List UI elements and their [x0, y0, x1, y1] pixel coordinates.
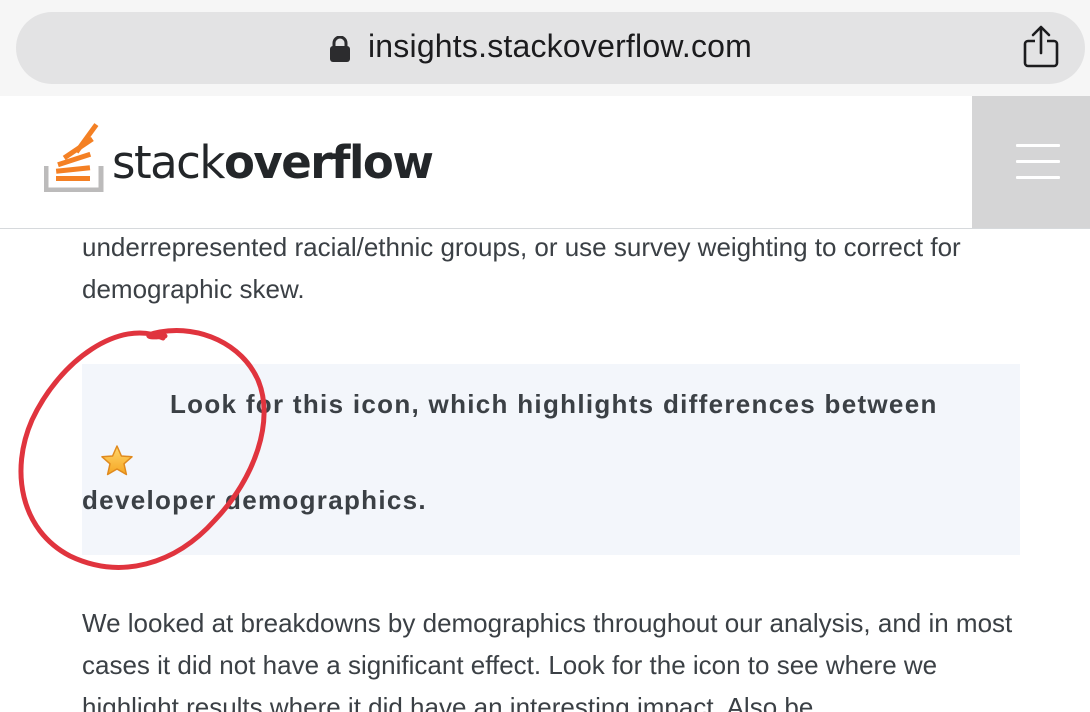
stackoverflow-logo-icon	[44, 123, 104, 192]
site-header: stackoverflow	[0, 96, 1090, 229]
url-text[interactable]: insights.stackoverflow.com	[368, 28, 752, 65]
browser-toolbar: insights.stackoverflow.com	[0, 0, 1090, 96]
article-paragraph: We looked at breakdowns by demographics …	[82, 608, 1013, 712]
logo-text-bold: overflow	[223, 135, 434, 189]
star-icon	[101, 445, 133, 476]
logo-text-regular: stack	[112, 135, 225, 189]
share-icon[interactable]	[1022, 25, 1060, 69]
hamburger-menu-icon	[1016, 144, 1060, 180]
callout-text-line-2: developer demographics.	[82, 485, 427, 515]
stackoverflow-logo[interactable]: stackoverflow	[44, 122, 434, 192]
lock-icon	[330, 36, 350, 62]
menu-button[interactable]	[972, 96, 1090, 228]
callout-box: Look for this icon, which highlights dif…	[82, 364, 1020, 555]
logo-wordmark: stackoverflow	[112, 135, 434, 189]
page: insights.stackoverflow.com stackoverflow	[0, 0, 1090, 712]
callout-text-line-1: Look for this icon, which highlights dif…	[170, 389, 938, 419]
article-paragraph: underrepresented racial/ethnic groups, o…	[82, 232, 961, 304]
